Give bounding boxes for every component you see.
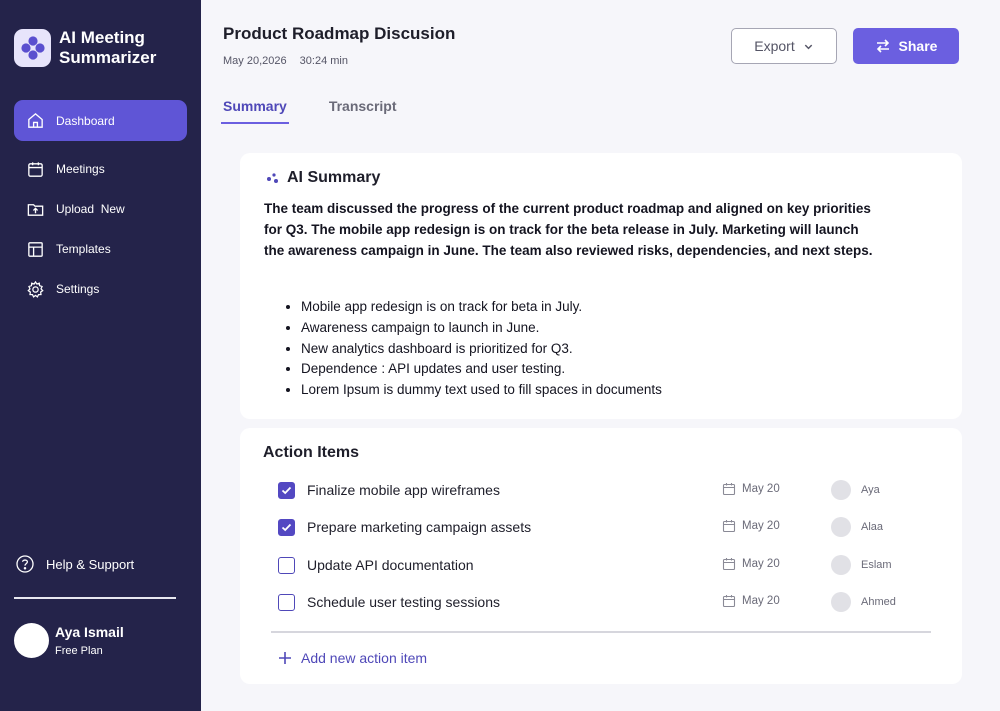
user-name: Aya Ismail [55, 624, 124, 640]
assignee-name: Ahmed [861, 596, 896, 608]
brand[interactable]: AI Meeting Summarizer [14, 28, 179, 68]
help-icon [14, 553, 36, 575]
assignee-name: Alaa [861, 521, 884, 533]
calendar-icon [722, 558, 736, 571]
list-item: Mobile app redesign is on track for beta… [301, 297, 662, 318]
sidebar-item-dashboard[interactable]: Dashboard [14, 100, 187, 141]
user-plan: Free Plan [55, 645, 103, 657]
action-item-checkbox[interactable] [278, 593, 295, 611]
list-item: Awareness campaign to launch in June. [301, 318, 662, 339]
action-item-assignee[interactable]: Alaa [831, 517, 883, 537]
sidebar-divider [14, 597, 176, 599]
help-support-link[interactable]: Help & Support [14, 553, 134, 575]
sidebar-nav: Dashboard Meetings Upload New Templates … [14, 100, 187, 309]
action-item-checkbox[interactable] [278, 481, 295, 499]
due-date-text: May 20 [742, 520, 780, 532]
list-item: New analytics dashboard is prioritized f… [301, 339, 662, 360]
export-label: Export [754, 38, 795, 54]
sidebar: AI Meeting Summarizer Dashboard Meetings… [0, 0, 201, 711]
ai-summary-card: AI Summary The team discussed the progre… [240, 153, 962, 419]
page-title: Product Roadmap Discusion [223, 24, 456, 43]
calendar-icon [722, 595, 736, 608]
action-item-checkbox[interactable] [278, 556, 295, 574]
avatar [14, 623, 49, 658]
action-item-label: Prepare marketing campaign assets [307, 519, 532, 535]
chevron-down-icon [804, 44, 812, 49]
templates-icon [25, 239, 45, 259]
upload-folder-icon [25, 199, 45, 219]
action-item-assignee[interactable]: Aya [831, 480, 880, 500]
summary-bullets: Mobile app redesign is on track for beta… [301, 297, 662, 401]
main-content: Product Roadmap Discusion May 20,2026 30… [201, 0, 1000, 711]
sidebar-item-label: Meetings [56, 162, 105, 176]
app-logo-icon [14, 29, 51, 67]
action-item-date: May 20 [722, 557, 780, 571]
assignee-name: Aya [861, 484, 880, 496]
action-item-row: Update API documentation May 20 Eslam [278, 555, 918, 575]
sparkle-dots-icon [267, 173, 278, 183]
share-label: Share [898, 38, 938, 54]
action-item-checkbox[interactable] [278, 518, 295, 536]
action-item-label: Update API documentation [307, 557, 474, 573]
action-item-row: Finalize mobile app wireframes May 20 Ay… [278, 480, 918, 500]
plus-icon [279, 652, 291, 664]
action-item-date: May 20 [722, 594, 780, 608]
action-item-assignee[interactable]: Ahmed [831, 592, 896, 612]
avatar [831, 480, 851, 500]
meeting-date: May 20,2026 [223, 55, 287, 67]
user-profile[interactable]: Aya Ismail Free Plan [14, 623, 124, 658]
check-icon [281, 486, 292, 494]
help-label: Help & Support [46, 556, 135, 572]
share-button[interactable]: Share [853, 28, 959, 64]
meeting-meta: May 20,2026 30:24 min [223, 55, 358, 67]
swap-arrows-icon [876, 39, 889, 53]
avatar [831, 555, 851, 575]
list-item: Dependence : API updates and user testin… [301, 359, 662, 380]
add-action-item-label: Add new action item [301, 650, 428, 666]
home-icon [25, 111, 45, 131]
export-button[interactable]: Export [731, 28, 837, 64]
assignee-name: Eslam [861, 559, 892, 571]
tab-bar: Summary Transcript [221, 96, 437, 124]
action-item-assignee[interactable]: Eslam [831, 555, 892, 575]
tab-transcript[interactable]: Transcript [327, 96, 399, 124]
calendar-icon [722, 483, 736, 496]
ai-summary-heading: AI Summary [266, 169, 380, 187]
action-item-label: Finalize mobile app wireframes [307, 482, 500, 498]
add-action-item-button[interactable]: Add new action item [278, 650, 427, 666]
summary-paragraph: The team discussed the progress of the c… [264, 201, 873, 258]
avatar [831, 517, 851, 537]
due-date-text: May 20 [742, 483, 780, 495]
sidebar-item-meetings[interactable]: Meetings [14, 149, 187, 189]
ai-summary-title: AI Summary [287, 169, 381, 186]
action-items-card: Action Items Finalize mobile app wirefra… [240, 428, 962, 684]
sidebar-item-label: Upload New [56, 202, 125, 216]
sidebar-item-label: Templates [56, 242, 111, 256]
action-item-label: Schedule user testing sessions [307, 594, 500, 610]
action-items-divider [271, 631, 931, 633]
action-item-date: May 20 [722, 482, 780, 496]
user-info: Aya Ismail Free Plan [55, 624, 124, 657]
action-items-heading: Action Items [263, 444, 360, 461]
action-item-date: May 20 [722, 519, 780, 533]
sidebar-item-upload-new[interactable]: Upload New [14, 189, 187, 229]
sidebar-item-label: Settings [56, 282, 100, 296]
sidebar-item-settings[interactable]: Settings [14, 269, 187, 309]
meeting-duration: 30:24 min [299, 55, 348, 67]
calendar-icon [25, 159, 45, 179]
action-item-row: Prepare marketing campaign assets May 20… [278, 517, 918, 537]
gear-icon [25, 279, 45, 299]
due-date-text: May 20 [742, 595, 780, 607]
tab-summary[interactable]: Summary [221, 96, 289, 124]
app-name: AI Meeting Summarizer [59, 28, 157, 67]
calendar-icon [722, 520, 736, 533]
sidebar-item-templates[interactable]: Templates [14, 229, 187, 269]
action-item-row: Schedule user testing sessions May 20 Ah… [278, 592, 918, 612]
avatar [831, 592, 851, 612]
list-item: Lorem Ipsum is dummy text used to fill s… [301, 380, 662, 401]
check-icon [281, 523, 292, 531]
due-date-text: May 20 [742, 558, 780, 570]
sidebar-item-label: Dashboard [56, 113, 115, 128]
